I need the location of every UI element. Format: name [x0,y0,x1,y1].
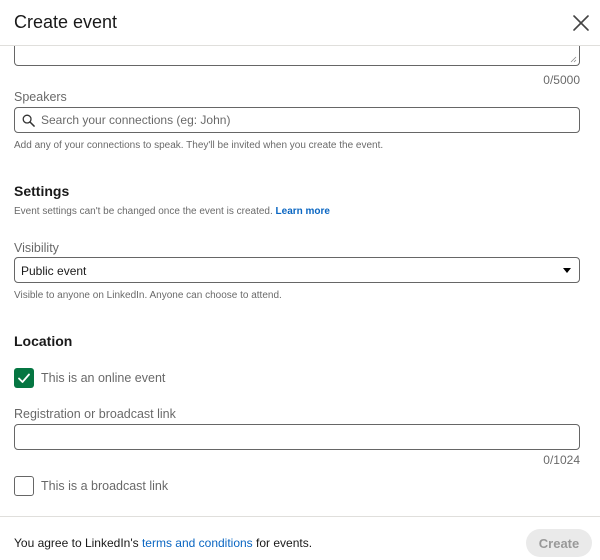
description-counter: 0/5000 [543,73,580,87]
visibility-select[interactable]: Public event [14,257,580,283]
visibility-helper-text: Visible to anyone on LinkedIn. Anyone ca… [14,290,282,301]
settings-heading: Settings [14,183,70,199]
agree-suffix: for events. [252,536,313,550]
close-icon [573,15,589,31]
online-event-checkbox[interactable] [14,368,34,388]
modal-footer: You agree to LinkedIn's terms and condit… [0,516,600,560]
visibility-label: Visibility [14,241,59,255]
registration-link-input[interactable] [14,424,580,450]
agree-prefix: You agree to LinkedIn's [14,536,142,550]
broadcast-link-checkbox[interactable] [14,476,34,496]
modal-header: Create event [0,0,600,46]
registration-link-label: Registration or broadcast link [14,407,176,421]
visibility-selected-value: Public event [21,264,87,278]
resize-grip-icon[interactable] [569,55,577,63]
terms-agreement-text: You agree to LinkedIn's terms and condit… [14,536,312,550]
create-button[interactable]: Create [526,529,592,557]
speakers-label: Speakers [14,90,67,104]
broadcast-link-checkbox-label: This is a broadcast link [41,479,169,493]
terms-link[interactable]: terms and conditions [142,536,253,550]
settings-helper-text: Event settings can't be changed once the… [14,206,330,217]
speakers-helper-text: Add any of your connections to speak. Th… [14,140,384,151]
modal-title: Create event [14,12,118,32]
modal-body: 0/5000 Speakers Add any of your connecti… [0,46,600,516]
close-button[interactable] [568,10,594,36]
checkmark-icon [18,373,30,383]
learn-more-link[interactable]: Learn more [276,206,330,217]
description-textarea[interactable] [14,46,580,66]
search-icon [22,114,35,127]
settings-helper-message: Event settings can't be changed once the… [14,206,273,217]
caret-down-icon [563,268,571,273]
speakers-search-box[interactable] [14,107,580,133]
registration-link-counter: 0/1024 [543,453,580,467]
speakers-search-input[interactable] [41,108,571,132]
location-heading: Location [14,333,73,349]
online-event-checkbox-label: This is an online event [41,371,166,385]
